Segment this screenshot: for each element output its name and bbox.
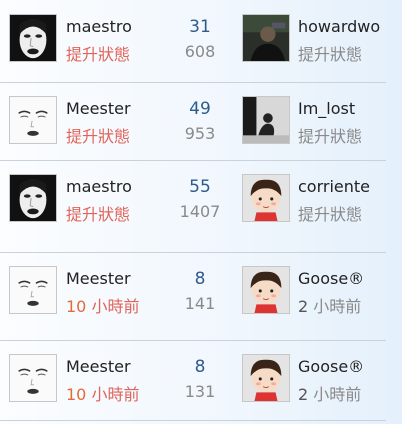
list-row: maestro 提升狀態 55 1407 corriente 提升狀態 xyxy=(0,160,386,253)
hours-number: 2 xyxy=(298,385,309,404)
status-text: 2 小時前 xyxy=(298,381,361,405)
man-dark-photo-avatar[interactable] xyxy=(242,14,290,62)
status-text: 2 小時前 xyxy=(298,293,361,317)
user-name-link[interactable]: Goose® xyxy=(298,357,384,376)
user-name-link[interactable]: Meester xyxy=(66,269,166,288)
status-text: 提升狀態 xyxy=(66,45,131,64)
user-name-link[interactable]: Im_lost xyxy=(298,99,384,118)
status-text: 提升狀態 xyxy=(298,205,363,224)
hours-unit: 小時前 xyxy=(313,385,362,404)
hours-unit: 小時前 xyxy=(313,297,362,316)
score-secondary: 608 xyxy=(184,42,216,61)
list-row: maestro 提升狀態 31 608 howardwo 提升狀態 xyxy=(0,0,386,83)
hours-number: 10 xyxy=(66,297,87,316)
status-text: 10 小時前 xyxy=(66,381,139,405)
status-text: 提升狀態 xyxy=(66,205,131,224)
user-name-link[interactable]: corriente xyxy=(298,177,384,196)
score-primary: 31 xyxy=(189,17,211,37)
user-name-link[interactable]: Meester xyxy=(66,99,166,118)
score-primary: 8 xyxy=(194,357,206,377)
woman-dark-lips-avatar[interactable] xyxy=(9,174,57,222)
cartoon-boy-avatar[interactable] xyxy=(242,266,290,314)
status-text: 10 小時前 xyxy=(66,293,139,317)
hours-number: 10 xyxy=(66,385,87,404)
score-secondary: 141 xyxy=(184,294,216,313)
user-name-link[interactable]: Goose® xyxy=(298,269,384,288)
score-primary: 49 xyxy=(189,99,211,119)
score-primary: 55 xyxy=(189,177,211,197)
user-name-link[interactable]: maestro xyxy=(66,17,166,36)
status-text: 提升狀態 xyxy=(66,127,131,146)
face-sketch-avatar[interactable] xyxy=(9,266,57,314)
status-text: 提升狀態 xyxy=(298,45,363,64)
status-text: 提升狀態 xyxy=(298,127,363,146)
score-secondary: 1407 xyxy=(179,202,221,221)
hours-unit: 小時前 xyxy=(91,297,140,316)
score-primary: 8 xyxy=(194,269,206,289)
hours-number: 2 xyxy=(298,297,309,316)
score-secondary: 131 xyxy=(184,382,216,401)
list-row: Meester 10 小時前 8 141 Goose® 2 小時前 xyxy=(0,252,386,341)
user-name-link[interactable]: Meester xyxy=(66,357,166,376)
leaderboard-list: maestro 提升狀態 31 608 howardwo 提升狀態 Meester 提升狀態 4… xyxy=(0,0,402,424)
cartoon-boy-avatar[interactable] xyxy=(242,354,290,402)
face-sketch-avatar[interactable] xyxy=(9,96,57,144)
list-row: Meester 10 小時前 8 131 Goose® 2 小時前 xyxy=(0,340,386,421)
hours-unit: 小時前 xyxy=(91,385,140,404)
cartoon-boy-avatar[interactable] xyxy=(242,174,290,222)
face-sketch-avatar[interactable] xyxy=(9,354,57,402)
woman-dark-lips-avatar[interactable] xyxy=(9,14,57,62)
list-row: Meester 提升狀態 49 953 Im_lost 提升狀態 xyxy=(0,82,386,161)
user-name-link[interactable]: maestro xyxy=(66,177,166,196)
sitting-figure-avatar[interactable] xyxy=(242,96,290,144)
score-secondary: 953 xyxy=(184,124,216,143)
user-name-link[interactable]: howardwo xyxy=(298,17,384,36)
